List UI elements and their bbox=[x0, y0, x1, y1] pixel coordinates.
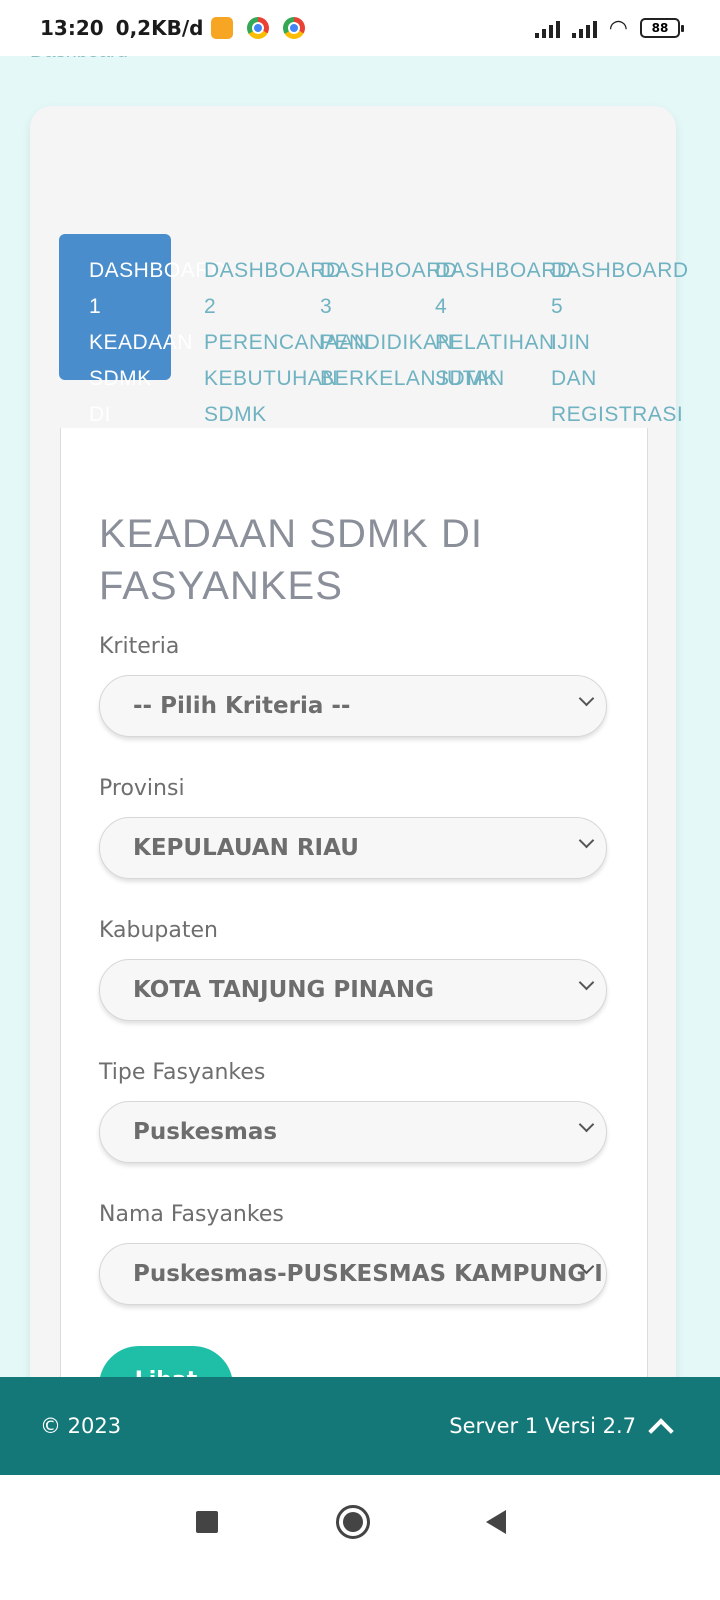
footer: © 2023 Server 1 Versi 2.7 bbox=[0, 1377, 720, 1475]
tab-dashboard-2[interactable]: DASHBOARD 2 PERENCANAAN KEBUTUHAN SDMK bbox=[204, 234, 370, 426]
copyright-text: © 2023 bbox=[40, 1414, 122, 1438]
chrome-icon bbox=[247, 17, 270, 39]
back-triangle-icon[interactable] bbox=[486, 1510, 506, 1534]
status-network-speed: 0,2KB/d bbox=[115, 16, 204, 40]
tab-line: DASHBOARD bbox=[551, 259, 689, 282]
recents-square-icon[interactable] bbox=[196, 1511, 218, 1533]
kriteria-select[interactable]: -- Pilih Kriteria -- bbox=[99, 675, 607, 737]
tab-dashboard-4[interactable]: DASHBOARD 4 PELATIHAN SDMK bbox=[435, 234, 573, 390]
tab-dashboard-5[interactable]: DASHBOARD 5 IJIN DAN REGISTRASI bbox=[551, 234, 689, 426]
chevron-down-icon bbox=[578, 832, 595, 849]
tab-line: BERKELANJUTAN bbox=[320, 367, 505, 390]
tab-dashboard-1[interactable]: DASHBOARD 1 KEADAAN SDMK DI bbox=[59, 234, 227, 426]
tab-line: 1 bbox=[89, 295, 102, 318]
tab-line: KEBUTUHAN bbox=[204, 367, 339, 390]
wifi-icon: ◠ bbox=[608, 15, 628, 41]
provinsi-select[interactable]: KEPULAUAN RIAU bbox=[99, 817, 607, 879]
kabupaten-label: Kabupaten bbox=[99, 918, 218, 943]
chrome-icon-2 bbox=[283, 17, 306, 39]
dashboard-card: DASHBOARD 1 KEADAAN SDMK DI DASHBOARD 2 … bbox=[30, 106, 689, 1426]
tipe-fasyankes-value: Puskesmas bbox=[133, 1119, 278, 1145]
provinsi-label: Provinsi bbox=[99, 776, 185, 801]
tab-line: DAN bbox=[551, 367, 597, 390]
kriteria-value: -- Pilih Kriteria -- bbox=[133, 693, 351, 719]
tab-dashboard-3[interactable]: DASHBOARD 3 PENDIDIKAN BERKELANJUTAN bbox=[320, 234, 504, 390]
tipe-fasyankes-select[interactable]: Puskesmas bbox=[99, 1101, 607, 1163]
tab-line: PENDIDIKAN bbox=[320, 331, 454, 354]
tab-line: 5 bbox=[551, 295, 564, 318]
provinsi-value: KEPULAUAN RIAU bbox=[133, 835, 359, 861]
dashboard-tabs: DASHBOARD 1 KEADAAN SDMK DI DASHBOARD 2 … bbox=[30, 106, 689, 436]
status-bar: 13:20 0,2KB/d ◠ 88 bbox=[0, 0, 720, 56]
chevron-down-icon bbox=[578, 974, 595, 991]
chevron-up-icon[interactable] bbox=[648, 1418, 674, 1444]
page-title: KEADAAN SDMK DI FASYANKES bbox=[99, 512, 483, 608]
signal-icon-2 bbox=[571, 18, 597, 38]
server-version-text: Server 1 Versi 2.7 bbox=[449, 1414, 636, 1438]
tab-line: PELATIHAN bbox=[435, 331, 555, 354]
nama-fasyankes-label: Nama Fasyankes bbox=[99, 1202, 284, 1227]
tab-line: IJIN bbox=[551, 331, 591, 354]
tab-line: DASHBOARD bbox=[435, 259, 573, 282]
nama-fasyankes-select[interactable]: Puskesmas-PUSKESMAS KAMPUNG I bbox=[99, 1243, 607, 1305]
tipe-fasyankes-label: Tipe Fasyankes bbox=[99, 1060, 266, 1085]
tab-line: DASHBOARD bbox=[204, 259, 342, 282]
tab-line: KEADAAN bbox=[89, 331, 193, 354]
kriteria-label: Kriteria bbox=[99, 634, 180, 659]
battery-icon: 88 bbox=[640, 18, 684, 38]
tab-line: 3 bbox=[320, 295, 333, 318]
tab-line: SDMK bbox=[89, 367, 152, 390]
kabupaten-select[interactable]: KOTA TANJUNG PINANG bbox=[99, 959, 607, 1021]
tab-line: SDMK bbox=[435, 367, 498, 390]
nama-fasyankes-value: Puskesmas-PUSKESMAS KAMPUNG I bbox=[133, 1261, 603, 1287]
signal-icon bbox=[534, 18, 560, 38]
notification-app-icon bbox=[211, 17, 234, 39]
status-time: 13:20 bbox=[40, 16, 104, 40]
tab-line: PERENCANAAN bbox=[204, 331, 370, 354]
system-nav-bar bbox=[0, 1475, 720, 1600]
kabupaten-value: KOTA TANJUNG PINANG bbox=[133, 977, 434, 1003]
chevron-down-icon bbox=[578, 1116, 595, 1133]
tab-line: 4 bbox=[435, 295, 448, 318]
tab-line: DASHBOARD bbox=[320, 259, 458, 282]
tab-line: DASHBOARD bbox=[89, 259, 227, 282]
chevron-down-icon bbox=[578, 690, 595, 707]
home-circle-icon[interactable] bbox=[336, 1505, 370, 1539]
form-panel: KEADAAN SDMK DI FASYANKES Kriteria -- Pi… bbox=[60, 428, 648, 1426]
tab-line: 2 bbox=[204, 295, 217, 318]
